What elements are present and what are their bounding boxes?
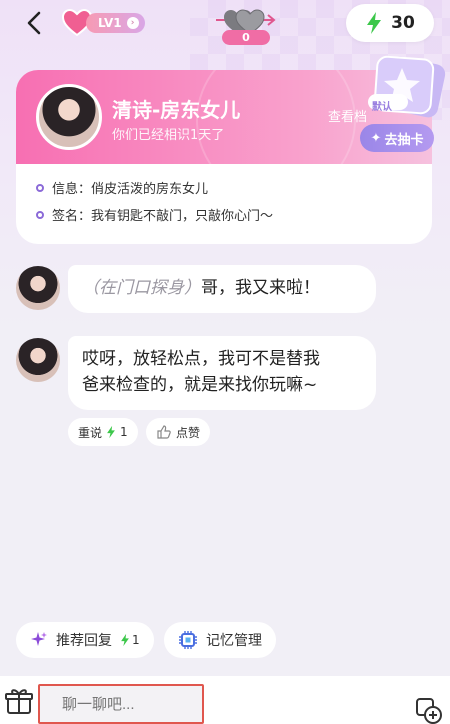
retry-button[interactable]: 重说 1 — [68, 418, 138, 446]
character-name: 清诗-房东女儿 — [112, 98, 241, 122]
info-label: 信息： — [52, 182, 92, 197]
message-bubble: （在门口探身）哥，我又来啦！ — [68, 265, 376, 313]
draw-card-button[interactable]: ✦ 去抽卡 — [360, 124, 434, 152]
message-action: （在门口探身） — [82, 278, 201, 298]
like-label: 点赞 — [176, 425, 201, 440]
message-line: 爸来检查的，就是来找你玩嘛~ — [82, 375, 318, 395]
sparkle-icon — [31, 632, 47, 646]
bullet-icon — [36, 210, 44, 219]
level-badge[interactable]: LV1 › — [62, 8, 145, 38]
chat-input[interactable] — [38, 684, 204, 724]
recommend-cost: 1 — [132, 633, 140, 647]
lightning-icon — [107, 425, 115, 439]
card-stack-icon[interactable] — [360, 54, 450, 124]
retry-label: 重说 — [78, 425, 103, 440]
draw-card-label: 去抽卡 — [384, 132, 424, 148]
hearts-count: 0 — [222, 30, 270, 45]
signature-value: 我有钥匙不敲门，只敲你心门～ — [91, 209, 274, 224]
acquaintance-days: 你们已经相识1天了 — [112, 128, 225, 143]
thumbs-up-icon — [157, 425, 171, 439]
recommend-label: 推荐回复 — [56, 633, 112, 649]
level-pill: LV1 › — [86, 13, 145, 33]
recommend-reply-button[interactable]: 推荐回复 1 — [16, 622, 154, 658]
energy-value: 30 — [391, 13, 415, 33]
message-avatar[interactable] — [16, 266, 60, 310]
bullet-icon — [36, 183, 44, 192]
chip-icon — [179, 631, 197, 649]
level-text: LV1 — [98, 16, 122, 30]
message-line: 哎呀，放轻松点，我可不是替我 — [82, 349, 320, 369]
sparkle-icon: ✦ — [370, 130, 382, 146]
message-bubble: 哎呀，放轻松点，我可不是替我 爸来检查的，就是来找你玩嘛~ — [68, 336, 376, 410]
info-value: 俏皮活泼的房东女儿 — [91, 182, 209, 197]
message-avatar[interactable] — [16, 338, 60, 382]
signature-row: 签名： 我有钥匙不敲门，只敲你心门～ — [36, 205, 273, 224]
gift-icon[interactable] — [4, 686, 34, 716]
message-text: 哥，我又来啦！ — [201, 278, 320, 298]
lightning-icon — [121, 633, 129, 647]
card-badge-text: 默认 — [372, 102, 392, 113]
like-button[interactable]: 点赞 — [146, 418, 211, 446]
energy-counter[interactable]: 30 — [346, 4, 434, 42]
add-plus-icon[interactable] — [414, 696, 442, 724]
retry-cost: 1 — [120, 425, 128, 439]
memory-management-button[interactable]: 记忆管理 — [164, 622, 276, 658]
lightning-icon — [367, 12, 382, 34]
back-arrow-icon[interactable] — [22, 10, 48, 36]
character-avatar[interactable] — [36, 84, 102, 150]
memory-label: 记忆管理 — [206, 633, 262, 649]
info-row: 信息： 俏皮活泼的房东女儿 — [36, 178, 208, 197]
chevron-right-icon: › — [126, 17, 139, 29]
signature-label: 签名： — [52, 209, 92, 224]
